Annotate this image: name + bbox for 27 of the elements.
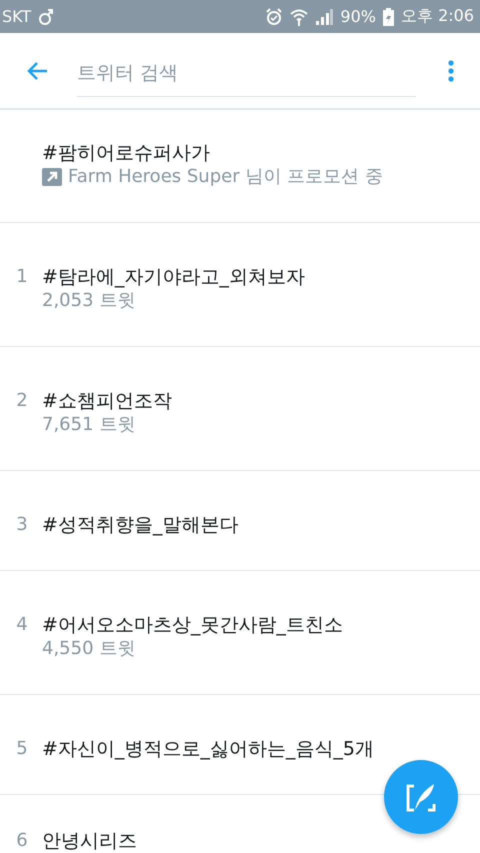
trend-title: 안녕시리즈 <box>42 829 137 853</box>
trend-subtitle: 4,550 트윗 <box>42 637 136 661</box>
trend-title: #자신이_병적으로_싫어하는_음식_5개 <box>42 737 374 761</box>
clock: 오후 2:06 <box>400 6 474 27</box>
trend-title: #어서오소마츠상_못간사람_트친소 <box>42 613 343 637</box>
rank-number: 5 <box>16 737 28 761</box>
carrier-text: SKT <box>2 7 32 26</box>
trend-title: #탐라에_자기야라고_외쳐보자 <box>42 265 305 289</box>
alarm-icon <box>265 8 284 26</box>
trend-subtitle: Farm Heroes Super 님이 프로모션 중 <box>68 165 383 189</box>
more-icon <box>447 58 455 82</box>
rank-number: 3 <box>16 513 28 537</box>
rank-number: 6 <box>16 829 28 853</box>
male-symbol-icon <box>38 8 54 26</box>
rank-number: 4 <box>16 613 28 637</box>
rank-number: 1 <box>16 265 28 289</box>
trend-title: #성적취향을_말해본다 <box>42 513 238 537</box>
trend-title: #팜히어로슈퍼사가 <box>42 141 210 165</box>
signal-icon <box>315 8 334 24</box>
wifi-icon <box>290 8 308 26</box>
trend-subtitle: 7,651 트윗 <box>42 413 136 437</box>
battery-charging-icon <box>382 8 394 26</box>
trend-subtitle: 2,053 트윗 <box>42 289 136 313</box>
battery-percent: 90% <box>340 7 376 26</box>
trend-title: #쇼챔피언조작 <box>42 389 172 413</box>
promoted-icon <box>42 168 62 186</box>
rank-number: 2 <box>16 389 28 413</box>
